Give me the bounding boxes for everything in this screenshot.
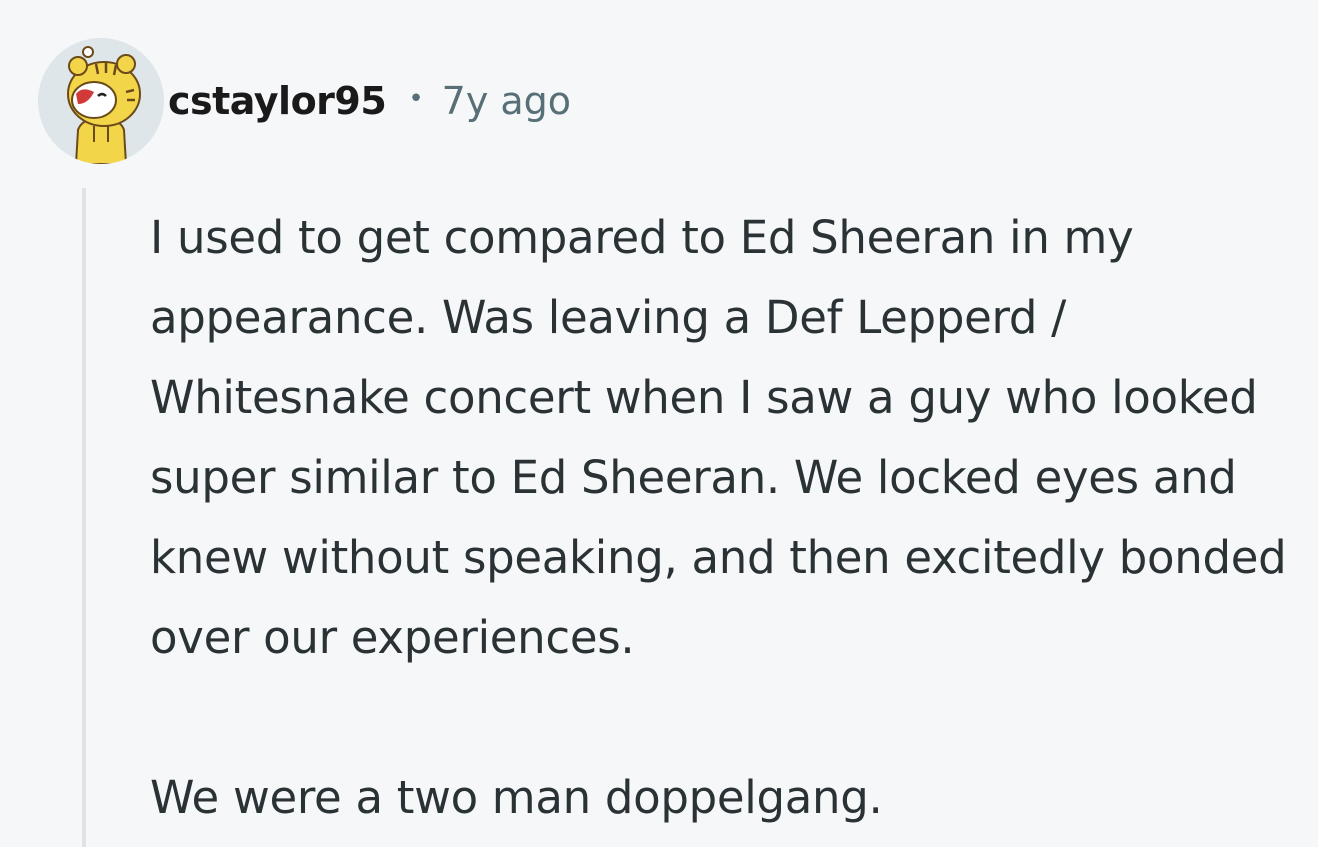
comment-header: cstaylor95 • 7y ago (38, 38, 571, 164)
meta-separator: • (408, 84, 424, 114)
snoo-tiger-costume-avatar-icon (38, 38, 164, 164)
author-username[interactable]: cstaylor95 (168, 79, 387, 123)
comment: cstaylor95 • 7y ago I used to get compar… (0, 0, 1318, 847)
comment-timestamp[interactable]: 7y ago (442, 79, 571, 123)
avatar[interactable] (38, 38, 164, 164)
comment-paragraph: We were a two man doppelgang. (150, 771, 883, 824)
comment-paragraph: I used to get compared to Ed Sheeran in … (150, 211, 1287, 664)
thread-collapse-line[interactable] (82, 188, 86, 847)
comment-body: I used to get compared to Ed Sheeran in … (150, 198, 1300, 838)
